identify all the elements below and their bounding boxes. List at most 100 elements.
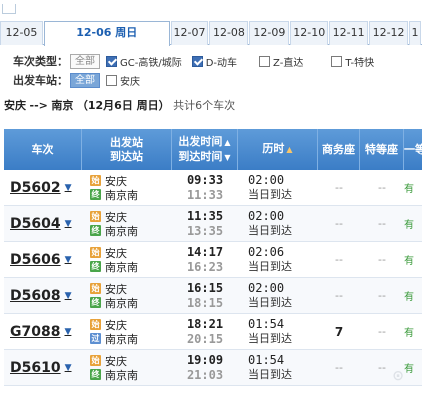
special-seat: -- xyxy=(378,181,386,194)
checkbox-icon[interactable] xyxy=(106,55,117,67)
checkbox-icon[interactable] xyxy=(331,55,343,67)
start-station-icon: 始 xyxy=(90,283,101,294)
table-row[interactable]: D5604 ▼ 始安庆 终南京南 11:35 13:35 02:00 当日到达 -… xyxy=(4,206,422,242)
first-seat: 有 xyxy=(404,184,414,195)
filter-t-checkbox[interactable]: T-特快 xyxy=(331,54,374,69)
arrival-time: 21:03 xyxy=(186,367,224,382)
times-cell: 11:35 13:35 xyxy=(172,206,238,241)
business-seat: -- xyxy=(335,253,343,266)
stations-cell: 始安庆 过南京南 xyxy=(82,314,172,349)
table-row[interactable]: D5608 ▼ 始安庆 终南京南 16:15 18:15 02:00 当日到达 -… xyxy=(4,278,422,314)
times-cell: 09:33 11:33 xyxy=(172,170,238,205)
date-tab-12-07[interactable]: 12-07 xyxy=(170,21,209,45)
top-band xyxy=(0,0,422,21)
pass-station-icon: 过 xyxy=(90,333,101,344)
filter-row-train-type: 车次类型： 全部 GC-高铁/城际 D-动车 Z-直达 T-特快 xyxy=(0,51,422,71)
watermark: ⊙ xyxy=(392,368,404,384)
special-seat: -- xyxy=(378,217,386,230)
checkbox-icon[interactable] xyxy=(259,55,271,67)
date-tab-12-10[interactable]: 12-10 xyxy=(290,21,329,45)
departure-time: 09:33 xyxy=(186,172,224,187)
filter-t-label: T-特快 xyxy=(345,57,375,69)
date-tab-12-08[interactable]: 12-08 xyxy=(209,21,249,45)
duration-cell: 01:54 当日到达 xyxy=(238,350,318,385)
train-number[interactable]: G7088 ▼ xyxy=(4,314,82,349)
station-all-button[interactable]: 全部 xyxy=(70,72,100,88)
train-number[interactable]: D5604 ▼ xyxy=(4,206,82,241)
chevron-down-icon[interactable]: ▼ xyxy=(65,183,72,193)
times-cell: 19:09 21:03 xyxy=(172,350,238,385)
table-row[interactable]: D5610 ▼ 始安庆 终南京南 19:09 21:03 01:54 当日到达 -… xyxy=(4,350,422,386)
train-number[interactable]: D5606 ▼ xyxy=(4,242,82,277)
duration-note: 当日到达 xyxy=(248,332,292,345)
train-number[interactable]: D5610 ▼ xyxy=(4,350,82,385)
date-tab-12-09[interactable]: 12-09 xyxy=(249,21,290,45)
train-number[interactable]: D5602 ▼ xyxy=(4,170,82,205)
duration-cell: 02:00 当日到达 xyxy=(238,206,318,241)
header-duration[interactable]: 历时 ▲ xyxy=(238,129,318,170)
route-from: 安庆 xyxy=(4,99,26,112)
filter-gc-checkbox[interactable]: GC-高铁/城际 xyxy=(106,54,182,69)
departure-time: 16:15 xyxy=(186,280,224,295)
sort-up-icon[interactable]: ▲ xyxy=(224,138,230,147)
chevron-down-icon[interactable]: ▼ xyxy=(64,327,71,337)
duration: 02:06 xyxy=(248,245,285,259)
date-tab-12-05[interactable]: 12-05 xyxy=(0,21,43,45)
table-row[interactable]: G7088 ▼ 始安庆 过南京南 18:21 20:15 01:54 当日到达 7… xyxy=(4,314,422,350)
first-seat: 有 xyxy=(404,256,414,267)
end-station-icon: 终 xyxy=(90,297,101,308)
date-tab-12-11[interactable]: 12-11 xyxy=(329,21,369,45)
checkbox-icon[interactable] xyxy=(191,55,203,67)
duration-cell: 02:06 当日到达 xyxy=(238,242,318,277)
stations-cell: 始安庆 终南京南 xyxy=(82,242,172,277)
times-cell: 14:17 16:23 xyxy=(172,242,238,277)
duration: 02:00 xyxy=(248,281,285,295)
to-station: 南京南 xyxy=(105,368,138,382)
duration: 02:00 xyxy=(248,209,285,223)
business-seat: -- xyxy=(335,361,343,374)
chevron-down-icon[interactable]: ▼ xyxy=(65,363,72,373)
top-divider xyxy=(2,4,16,14)
filter-gc-label: GC-高铁/城际 xyxy=(120,57,182,69)
filter-d-checkbox[interactable]: D-动车 xyxy=(191,54,237,69)
duration-note: 当日到达 xyxy=(248,188,292,201)
date-tab-12-12[interactable]: 12-12 xyxy=(369,21,409,45)
first-seat: 有 xyxy=(404,220,414,231)
to-station: 南京南 xyxy=(105,188,138,202)
filter-z-checkbox[interactable]: Z-直达 xyxy=(259,54,303,69)
filter-station-anqing-checkbox[interactable]: 安庆 xyxy=(106,73,140,88)
first-seat: 有 xyxy=(404,328,414,339)
times-cell: 18:21 20:15 xyxy=(172,314,238,349)
table-row[interactable]: D5602 ▼ 始安庆 终南京南 09:33 11:33 02:00 当日到达 -… xyxy=(4,170,422,206)
route-count: 共计6个车次 xyxy=(173,99,236,112)
route-date: （12月6日 周日） xyxy=(76,99,170,112)
duration: 01:54 xyxy=(248,353,285,367)
sort-down-icon[interactable]: ▼ xyxy=(224,153,230,162)
train-number[interactable]: D5608 ▼ xyxy=(4,278,82,313)
chevron-down-icon[interactable]: ▼ xyxy=(65,219,72,229)
header-business: 商务座 xyxy=(318,129,360,170)
end-station-icon: 终 xyxy=(90,225,101,236)
departure-time: 11:35 xyxy=(186,208,224,223)
header-times[interactable]: 出发时间 ▲ 到达时间 ▼ xyxy=(172,129,238,170)
chevron-down-icon[interactable]: ▼ xyxy=(65,291,72,301)
header-train[interactable]: 车次 xyxy=(4,129,82,170)
date-tab-next[interactable]: 1 xyxy=(409,21,421,45)
route-arrow: --> xyxy=(29,99,48,112)
train-type-all-button[interactable]: 全部 xyxy=(70,53,100,69)
arrival-time: 16:23 xyxy=(186,259,224,274)
arrival-time: 18:15 xyxy=(186,295,224,310)
business-seat: -- xyxy=(335,289,343,302)
start-station-icon: 始 xyxy=(90,211,101,222)
sort-up-icon[interactable]: ▲ xyxy=(286,145,292,154)
end-station-icon: 终 xyxy=(90,261,101,272)
departure-time: 19:09 xyxy=(186,352,224,367)
first-seat: 有 xyxy=(404,292,414,303)
table-row[interactable]: D5606 ▼ 始安庆 终南京南 14:17 16:23 02:06 当日到达 -… xyxy=(4,242,422,278)
date-tab-12-06[interactable]: 12-06 周日 xyxy=(43,21,170,46)
chevron-down-icon[interactable]: ▼ xyxy=(65,255,72,265)
filter-station-anqing-label: 安庆 xyxy=(120,76,140,88)
to-station: 南京南 xyxy=(105,296,138,310)
checkbox-icon[interactable] xyxy=(106,74,117,86)
stations-cell: 始安庆 终南京南 xyxy=(82,206,172,241)
